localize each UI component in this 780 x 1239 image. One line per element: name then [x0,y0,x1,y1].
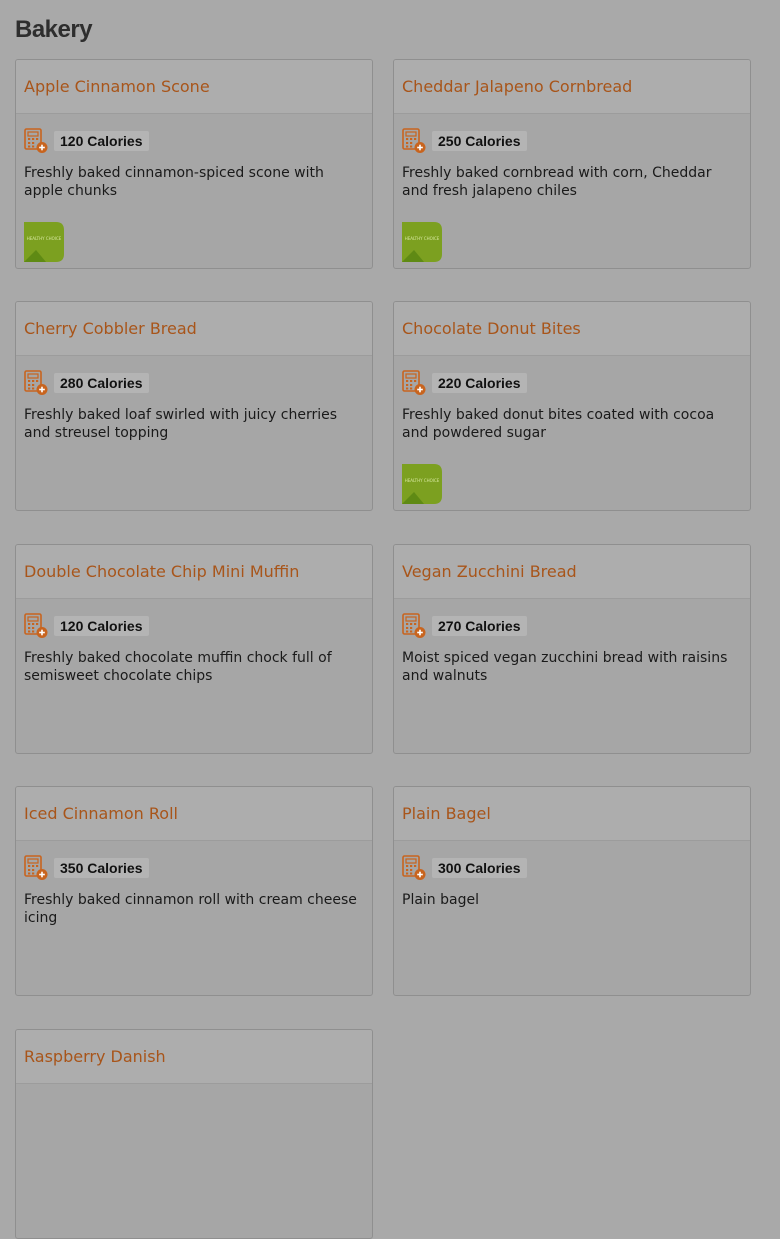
item-description: Plain bagel [402,892,479,908]
menu-item-card[interactable]: Raspberry Danish [15,1029,373,1239]
item-name-link[interactable]: Cherry Cobbler Bread [24,319,197,338]
item-description: Freshly baked cinnamon-spiced scone with… [24,165,324,199]
card-body [16,1084,372,1124]
menu-item-card[interactable]: Apple Cinnamon Scone 120 Calories Freshly … [15,59,373,269]
item-name-link[interactable]: Plain Bagel [402,804,491,823]
item-name-link[interactable]: Raspberry Danish [24,1047,166,1066]
calories-badge: 120 Calories [54,131,149,151]
card-header: Vegan Zucchini Bread [394,545,750,599]
nutrition-calculator-icon[interactable] [24,128,48,154]
menu-item-card[interactable]: Cheddar Jalapeno Cornbread 250 Calories Fr… [393,59,751,269]
nutrition-calculator-icon[interactable] [24,370,48,396]
card-header: Cheddar Jalapeno Cornbread [394,60,750,114]
item-name-link[interactable]: Chocolate Donut Bites [402,319,581,338]
card-body: 120 Calories Freshly baked cinnamon-spice… [16,114,372,200]
menu-item-card[interactable]: Chocolate Donut Bites 220 Calories Freshly… [393,301,751,511]
badge-text: HEALTHY CHOICE [405,478,440,483]
card-header: Raspberry Danish [16,1030,372,1084]
card-header: Chocolate Donut Bites [394,302,750,356]
card-body: 250 Calories Freshly baked cornbread with… [394,114,750,200]
nutrition-calculator-icon[interactable] [402,613,426,639]
healthy-leaf-icon: HEALTHY CHOICE [24,222,64,262]
calories-badge: 280 Calories [54,373,149,393]
item-description: Freshly baked donut bites coated with co… [402,407,715,441]
card-body: 350 Calories Freshly baked cinnamon roll … [16,841,372,927]
healthy-leaf-icon: HEALTHY CHOICE [402,464,442,504]
calories-badge: 250 Calories [432,131,527,151]
menu-item-card[interactable]: Plain Bagel 300 Calories Plain bagel [393,786,751,996]
item-name-link[interactable]: Cheddar Jalapeno Cornbread [402,77,632,96]
nutrition-calculator-icon[interactable] [402,370,426,396]
item-description: Moist spiced vegan zucchini bread with r… [402,650,728,684]
item-description: Freshly baked loaf swirled with juicy ch… [24,407,338,441]
item-name-link[interactable]: Vegan Zucchini Bread [402,562,577,581]
card-header: Cherry Cobbler Bread [16,302,372,356]
menu-grid: Apple Cinnamon Scone 120 Calories Freshly … [0,0,780,1239]
nutrition-calculator-icon[interactable] [24,855,48,881]
calories-badge: 300 Calories [432,858,527,878]
calories-badge: 220 Calories [432,373,527,393]
item-name-link[interactable]: Double Chocolate Chip Mini Muffin [24,562,299,581]
card-body: 120 Calories Freshly baked chocolate muff… [16,599,372,685]
item-description: Freshly baked cornbread with corn, Chedd… [402,165,712,199]
calories-badge: 270 Calories [432,616,527,636]
healthy-leaf-icon: HEALTHY CHOICE [402,222,442,262]
card-body: 220 Calories Freshly baked donut bites co… [394,356,750,442]
item-description: Freshly baked chocolate muffin chock ful… [24,650,332,684]
card-header: Plain Bagel [394,787,750,841]
calories-row: 270 Calories [402,613,742,639]
calories-row: 280 Calories [24,370,364,396]
item-name-link[interactable]: Apple Cinnamon Scone [24,77,210,96]
card-body: 270 Calories Moist spiced vegan zucchini … [394,599,750,685]
badge-text: HEALTHY CHOICE [405,236,440,241]
item-description: Freshly baked cinnamon roll with cream c… [24,892,357,926]
calories-badge: 350 Calories [54,858,149,878]
menu-item-card[interactable]: Iced Cinnamon Roll 350 Calories Freshly ba… [15,786,373,996]
card-header: Apple Cinnamon Scone [16,60,372,114]
menu-item-card[interactable]: Vegan Zucchini Bread 270 Calories Moist sp… [393,544,751,754]
calories-row: 350 Calories [24,855,364,881]
nutrition-calculator-icon[interactable] [402,128,426,154]
menu-item-card[interactable]: Cherry Cobbler Bread 280 Calories Freshly … [15,301,373,511]
nutrition-calculator-icon[interactable] [402,855,426,881]
calories-badge: 120 Calories [54,616,149,636]
item-name-link[interactable]: Iced Cinnamon Roll [24,804,178,823]
calories-row: 220 Calories [402,370,742,396]
menu-item-card[interactable]: Double Chocolate Chip Mini Muffin 120 Cal… [15,544,373,754]
card-header: Double Chocolate Chip Mini Muffin [16,545,372,599]
calories-row: 300 Calories [402,855,742,881]
calories-row: 250 Calories [402,128,742,154]
badge-text: HEALTHY CHOICE [27,236,62,241]
nutrition-calculator-icon[interactable] [24,613,48,639]
card-body: 300 Calories Plain bagel [394,841,750,909]
card-header: Iced Cinnamon Roll [16,787,372,841]
calories-row: 120 Calories [24,613,364,639]
card-body: 280 Calories Freshly baked loaf swirled w… [16,356,372,442]
calories-row: 120 Calories [24,128,364,154]
